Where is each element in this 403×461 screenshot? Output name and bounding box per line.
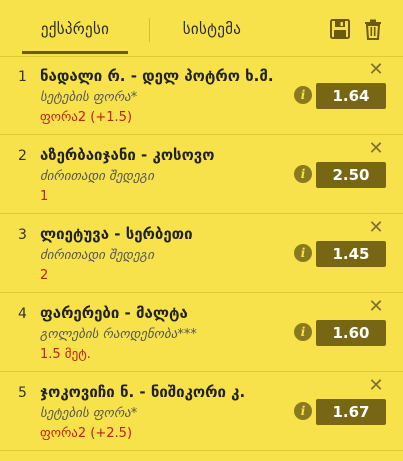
bet-item: 2 აზერბაიჯანი - კოსოვო ძირითადი შედეგი 1… xyxy=(0,136,403,214)
info-icon[interactable]: i xyxy=(294,323,312,341)
match-name: ფარერები - მალტა xyxy=(40,304,188,322)
odds-value[interactable]: 1.67 xyxy=(316,399,386,425)
bet-item: 5 ჯოკოვიჩი ნ. - ნიშიკორი კ. სეტების ფორა… xyxy=(0,373,403,451)
close-icon[interactable]: ✕ xyxy=(367,377,385,395)
bet-item: 1 ნადალი რ. - დელ პოტრო ხ.მ. სეტების ფორ… xyxy=(0,57,403,135)
close-icon[interactable]: ✕ xyxy=(367,219,385,237)
odds-value[interactable]: 1.60 xyxy=(316,320,386,346)
close-icon[interactable]: ✕ xyxy=(367,298,385,316)
match-name: აზერბაიჯანი - კოსოვო xyxy=(40,146,215,164)
info-icon[interactable]: i xyxy=(294,402,312,420)
bet-number: 2 xyxy=(18,148,27,164)
tab-system[interactable]: სისტემა xyxy=(160,0,264,55)
odds-value[interactable]: 1.64 xyxy=(316,83,386,109)
tab-express[interactable]: ექსპრესი xyxy=(22,0,128,55)
selected-outcome: 1 xyxy=(40,189,49,204)
info-icon[interactable]: i xyxy=(294,86,312,104)
selected-outcome: 1.5 მეტ. xyxy=(40,347,91,362)
bet-number: 5 xyxy=(18,385,27,401)
selected-outcome: ფორა2 (+2.5) xyxy=(40,426,133,441)
bet-number: 1 xyxy=(18,69,27,85)
close-icon[interactable]: ✕ xyxy=(367,61,385,79)
info-icon[interactable]: i xyxy=(294,165,312,183)
selected-outcome: 2 xyxy=(40,268,49,283)
odds-value[interactable]: 2.50 xyxy=(316,162,386,188)
bet-item: 4 ფარერები - მალტა გოლების რაოდენობა*** … xyxy=(0,294,403,372)
save-icon[interactable] xyxy=(329,18,351,40)
info-icon[interactable]: i xyxy=(294,244,312,262)
bet-number: 4 xyxy=(18,306,27,322)
betslip-panel: ექსპრესი სისტემა 1 ნადალი რ. - დელ პოტრო… xyxy=(0,0,403,461)
tab-divider xyxy=(149,18,150,42)
odds-value[interactable]: 1.45 xyxy=(316,241,386,267)
market-name: სეტების ფორა* xyxy=(40,90,138,105)
market-name: ძირითადი შედეგი xyxy=(40,248,154,263)
selected-outcome: ფორა2 (+1.5) xyxy=(40,110,133,125)
betslip-tabs: ექსპრესი სისტემა xyxy=(0,0,403,57)
market-name: სეტების ფორა* xyxy=(40,406,138,421)
market-name: ძირითადი შედეგი xyxy=(40,169,154,184)
match-name: ჯოკოვიჩი ნ. - ნიშიკორი კ. xyxy=(40,383,246,401)
bet-item: 3 ლიეტუვა - სერბეთი ძირითადი შედეგი 2 ✕ … xyxy=(0,215,403,293)
market-name: გოლების რაოდენობა*** xyxy=(40,327,197,342)
active-tab-indicator xyxy=(22,51,128,54)
close-icon[interactable]: ✕ xyxy=(367,140,385,158)
trash-icon[interactable] xyxy=(362,18,384,40)
match-name: ნადალი რ. - დელ პოტრო ხ.მ. xyxy=(40,67,274,85)
bet-number: 3 xyxy=(18,227,27,243)
match-name: ლიეტუვა - სერბეთი xyxy=(40,225,193,243)
